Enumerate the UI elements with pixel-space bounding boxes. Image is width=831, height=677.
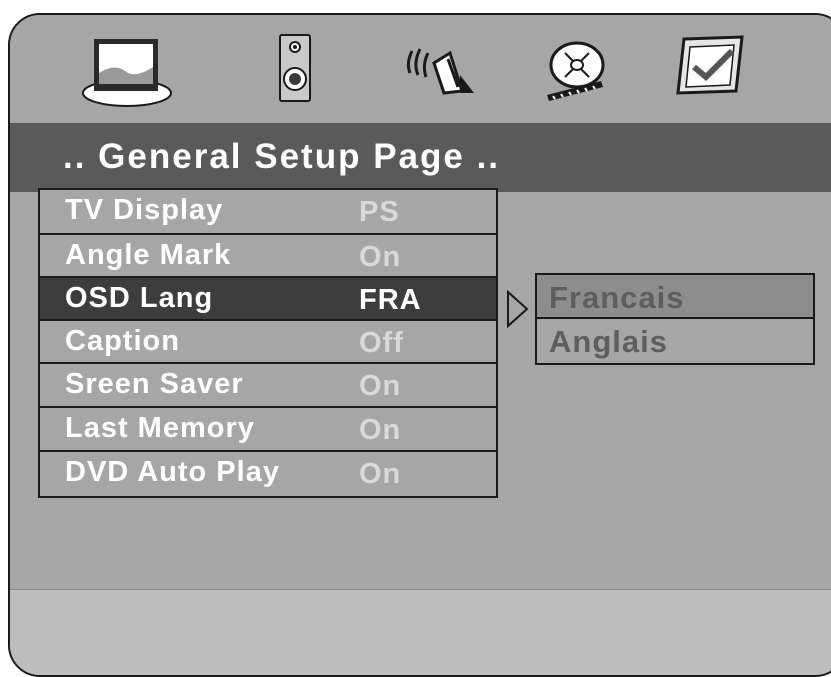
menu-item-osd-lang[interactable]: OSD Lang FRA <box>40 276 496 319</box>
title-bar: .. General Setup Page .. <box>10 123 831 192</box>
submenu-option-label: Anglais <box>549 324 668 359</box>
menu-item-value: On <box>359 370 402 402</box>
menu-item-tv-display[interactable]: TV Display PS <box>40 190 496 233</box>
audio-sound-icon[interactable] <box>400 33 480 108</box>
category-icon-bar <box>10 15 831 123</box>
page-title: .. General Setup Page .. <box>63 137 501 176</box>
submenu-option-label: Francais <box>549 280 685 315</box>
menu-item-last-memory[interactable]: Last Memory On <box>40 406 496 449</box>
submenu-option-francais[interactable]: Francais <box>537 275 813 319</box>
menu-item-screen-saver[interactable]: Sreen Saver On <box>40 362 496 405</box>
menu-item-label: DVD Auto Play <box>65 456 280 488</box>
language-submenu: Francais Anglais <box>535 273 815 365</box>
menu-item-label: Angle Mark <box>65 239 232 271</box>
menu-item-dvd-auto-play[interactable]: DVD Auto Play On <box>40 450 496 493</box>
menu-item-value: Off <box>359 327 404 359</box>
submenu-arrow-icon <box>505 289 531 334</box>
menu-item-value: PS <box>359 196 400 228</box>
menu-item-label: Sreen Saver <box>65 368 244 400</box>
menu-item-label: Caption <box>65 325 180 357</box>
menu-item-value: On <box>359 241 402 273</box>
menu-item-value: On <box>359 458 402 490</box>
submenu-option-anglais[interactable]: Anglais <box>537 319 813 363</box>
menu-item-value: On <box>359 414 402 446</box>
menu-item-angle-mark[interactable]: Angle Mark On <box>40 233 496 276</box>
video-film-icon[interactable] <box>535 33 615 108</box>
menu-item-value: FRA <box>359 284 422 316</box>
menu-item-label: Last Memory <box>65 412 255 444</box>
menu-item-caption[interactable]: Caption Off <box>40 319 496 362</box>
menu-item-label: TV Display <box>65 194 224 226</box>
setup-menu: TV Display PS Angle Mark On OSD Lang FRA… <box>38 188 498 498</box>
speaker-icon[interactable] <box>278 33 312 108</box>
menu-item-label: OSD Lang <box>65 282 214 314</box>
preference-check-icon[interactable] <box>670 33 745 103</box>
tv-monitor-icon[interactable] <box>80 33 175 113</box>
status-bar <box>10 589 831 675</box>
